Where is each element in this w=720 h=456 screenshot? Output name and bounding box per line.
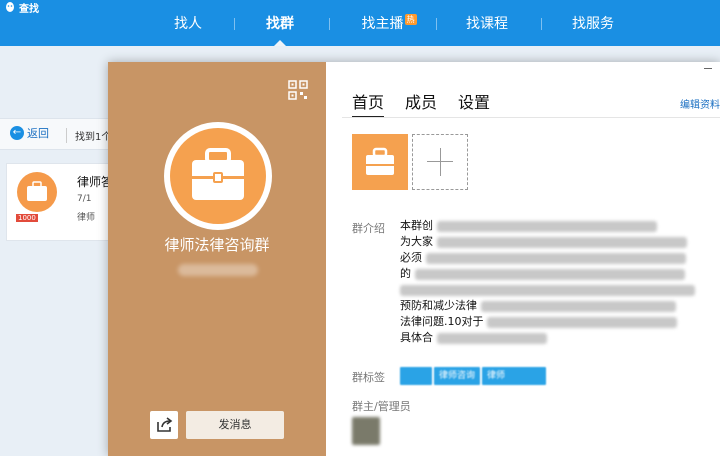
tab-find-groups[interactable]: 找群 xyxy=(264,12,296,46)
group-profile-header: 律师法律咨询群 发消息 xyxy=(108,62,326,456)
app-title: 查找 xyxy=(4,0,39,15)
tab-members[interactable]: 成员 xyxy=(405,89,437,113)
group-tags: 律师咨询 律师 xyxy=(400,367,547,385)
intro-line: 为大家 xyxy=(400,235,433,248)
minimize-icon[interactable] xyxy=(704,68,712,69)
group-name: 律师法律咨询群 xyxy=(164,236,270,254)
back-label: 返回 xyxy=(27,127,49,140)
group-tag[interactable]: 律师咨询 xyxy=(434,367,481,385)
briefcase-icon xyxy=(366,147,394,175)
tab-find-courses[interactable]: 找课程 xyxy=(465,12,509,36)
tab-divider xyxy=(342,117,720,118)
group-id-blurred xyxy=(178,264,258,276)
tab-find-people[interactable]: 找人 xyxy=(172,12,204,36)
hot-badge: 热 xyxy=(404,14,417,25)
intro-line: 本群创 xyxy=(400,219,433,232)
qr-code-icon[interactable] xyxy=(288,80,308,100)
app-logo-icon xyxy=(6,2,14,12)
tab-label: 找课程 xyxy=(466,16,508,32)
group-photo[interactable] xyxy=(352,134,408,190)
briefcase-icon xyxy=(17,172,57,212)
back-button[interactable]: ← 返回 xyxy=(10,125,49,141)
group-avatar xyxy=(164,122,272,230)
tab-find-streamers[interactable]: 找主播热 xyxy=(358,12,420,36)
intro-line: 必须 xyxy=(400,251,422,264)
edit-profile-link[interactable]: 编辑资料 xyxy=(680,96,720,111)
share-icon xyxy=(157,417,173,432)
add-photo-button[interactable] xyxy=(412,134,468,190)
group-detail-panel: 首页 成员 设置 编辑资料 群介绍 本群创 为大家 必须 的 预防和减少法律 法… xyxy=(326,62,720,456)
intro-label: 群介绍 xyxy=(352,222,385,235)
intro-line: 法律问题.10对于 xyxy=(400,315,484,328)
tab-label: 找服务 xyxy=(572,16,614,32)
group-tag[interactable] xyxy=(400,367,432,385)
group-profile-dialog: 律师法律咨询群 发消息 首页 成员 设置 编辑资料 群介绍 本群创 为大家 必须… xyxy=(108,62,720,456)
app-title-text: 查找 xyxy=(19,3,39,15)
plus-icon-stroke xyxy=(440,148,441,176)
admin-label: 群主/管理员 xyxy=(352,400,411,413)
results-count: 找到1个 xyxy=(66,128,111,143)
group-result-card[interactable]: 1000 律师答询群 7/1 律师 xyxy=(6,163,137,241)
member-limit-badge: 1000 xyxy=(16,214,38,222)
intro-line: 具体合 xyxy=(400,331,433,344)
tab-label: 找群 xyxy=(266,16,294,32)
send-message-button[interactable]: 发消息 xyxy=(186,411,284,439)
tab-separator xyxy=(329,18,330,30)
tab-separator xyxy=(541,18,542,30)
admin-avatar[interactable] xyxy=(352,417,380,445)
top-bar: 查找 找人 找群 找主播热 找课程 找服务 xyxy=(0,0,720,46)
group-intro: 本群创 为大家 必须 的 预防和减少法律 法律问题.10对于 具体合 xyxy=(400,218,710,346)
share-button[interactable] xyxy=(150,411,178,439)
tab-separator xyxy=(234,18,235,30)
tab-find-services[interactable]: 找服务 xyxy=(571,12,615,36)
group-tag[interactable]: 律师 xyxy=(482,367,547,385)
tab-home[interactable]: 首页 xyxy=(352,89,385,118)
tab-label: 找人 xyxy=(174,16,202,32)
tab-separator xyxy=(436,18,437,30)
result-tag: 律师 xyxy=(77,213,96,223)
intro-line: 的 xyxy=(400,267,411,280)
back-arrow-icon: ← xyxy=(10,126,24,140)
tags-label: 群标签 xyxy=(352,371,385,384)
tab-label: 找主播 xyxy=(361,16,404,32)
member-count: 7/1 xyxy=(77,194,92,204)
intro-line: 预防和减少法律 xyxy=(400,299,477,312)
briefcase-icon xyxy=(192,148,244,200)
tab-settings[interactable]: 设置 xyxy=(458,89,490,113)
